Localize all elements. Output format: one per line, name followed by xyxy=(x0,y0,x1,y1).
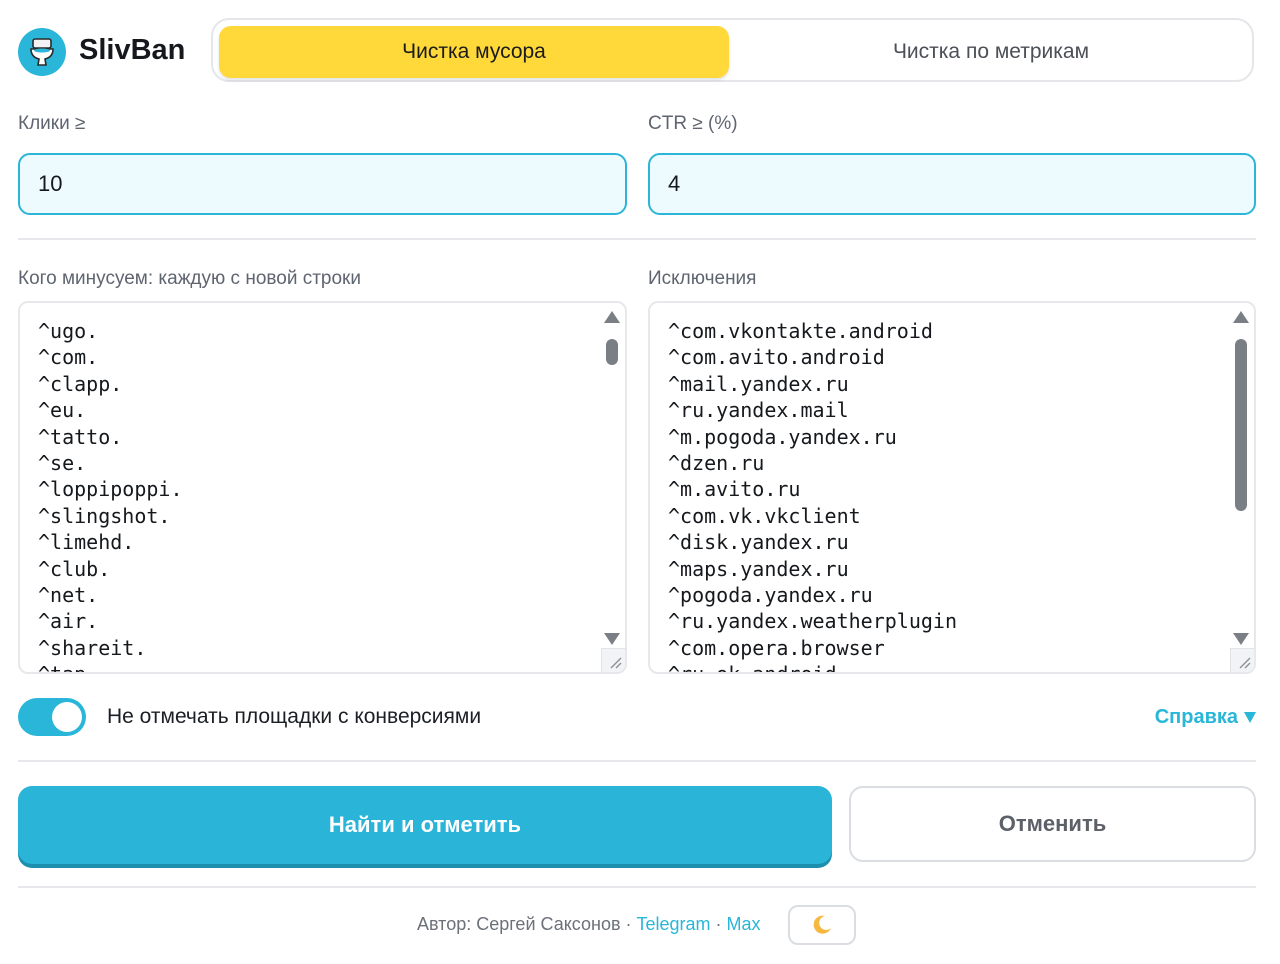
textarea-line: ^com.avito.android xyxy=(668,345,885,370)
textarea-line: ^ru.ok.android xyxy=(668,661,1224,672)
textarea-line: ^m.avito.ru xyxy=(668,477,801,502)
theme-toggle-button[interactable] xyxy=(788,905,856,945)
exceptions-textarea[interactable]: ^com.vkontakte.android ^com.avito.android… xyxy=(648,301,1256,674)
tab-garbage-cleanup[interactable]: Чистка мусора xyxy=(219,26,729,78)
textarea-line: ^club. xyxy=(38,556,111,581)
textarea-line: ^tatto. xyxy=(38,424,123,449)
cancel-button[interactable]: Отменить xyxy=(849,786,1256,862)
divider-bottom xyxy=(18,886,1256,888)
resize-grip-icon[interactable] xyxy=(601,648,625,672)
textarea-line: ^dzen.ru xyxy=(668,451,765,476)
scroll-thumb[interactable] xyxy=(606,339,618,365)
page: SlivBan Чистка мусора Чистка по метрикам… xyxy=(0,0,1280,964)
scroll-down-icon[interactable] xyxy=(604,633,620,645)
divider-middle xyxy=(18,760,1256,762)
conversions-toggle-label: Не отмечать площадки с конверсиями xyxy=(107,705,482,728)
textarea-line: ^maps.yandex.ru xyxy=(668,556,849,581)
exceptions-scrollbar[interactable] xyxy=(1232,309,1250,647)
textarea-line: ^m.pogoda.yandex.ru xyxy=(668,424,897,449)
ctr-input[interactable] xyxy=(648,153,1256,215)
textarea-line: ^eu. xyxy=(38,398,87,423)
footer-separator: · xyxy=(625,914,632,934)
toilet-icon xyxy=(18,28,66,76)
scroll-thumb[interactable] xyxy=(1235,339,1247,511)
textarea-line: ^com. xyxy=(38,345,99,370)
textarea-line: ^net. xyxy=(38,583,99,608)
textarea-line: ^shareit. xyxy=(38,635,147,660)
textarea-line: ^clapp. xyxy=(38,371,123,396)
footer: Автор: Сергей Саксонов · Telegram · Max xyxy=(417,914,761,935)
scroll-down-icon[interactable] xyxy=(1233,633,1249,645)
textarea-line: ^com.vkontakte.android xyxy=(668,319,933,343)
header: SlivBan Чистка мусора Чистка по метрикам xyxy=(18,18,1256,86)
textarea-line: ^pogoda.yandex.ru xyxy=(668,583,873,608)
brand-name: SlivBan xyxy=(79,34,186,66)
textarea-line: ^tap. xyxy=(38,661,595,672)
minus-list-label: Кого минусуем: каждую с новой строки xyxy=(18,268,361,289)
max-link[interactable]: Max xyxy=(727,914,761,935)
textarea-line: ^se. xyxy=(38,451,87,476)
textarea-line: ^com.vk.vkclient xyxy=(668,503,861,528)
scroll-up-icon[interactable] xyxy=(1233,311,1249,323)
minus-list-textarea[interactable]: ^ugo. ^com. ^clapp. ^eu. ^tatto. ^se. ^loppipo… xyxy=(18,301,627,674)
textarea-line: ^ru.yandex.weatherplugin xyxy=(668,609,957,634)
scroll-up-icon[interactable] xyxy=(604,311,620,323)
textarea-line: ^ugo. xyxy=(38,319,99,343)
footer-separator: · xyxy=(715,914,722,934)
textarea-line: ^disk.yandex.ru xyxy=(668,530,849,555)
clicks-label: Клики ≥ xyxy=(18,113,86,134)
clicks-input[interactable] xyxy=(18,153,627,215)
mode-tabs: Чистка мусора Чистка по метрикам xyxy=(211,18,1254,82)
exceptions-content: ^com.vkontakte.android ^com.avito.android… xyxy=(668,318,1224,672)
exceptions-label: Исключения xyxy=(648,268,757,289)
minus-list-scrollbar[interactable] xyxy=(603,309,621,647)
divider-top xyxy=(18,238,1256,240)
minus-list-content: ^ugo. ^com. ^clapp. ^eu. ^tatto. ^se. ^loppipo… xyxy=(38,318,595,672)
chevron-down-icon xyxy=(1244,712,1256,723)
footer-author: Автор: Сергей Саксонов xyxy=(417,914,621,934)
conversions-toggle[interactable] xyxy=(18,698,86,736)
textarea-line: ^com.opera.browser xyxy=(668,635,885,660)
textarea-line: ^air. xyxy=(38,609,99,634)
find-and-mark-button[interactable]: Найти и отметить xyxy=(18,786,832,864)
textarea-line: ^limehd. xyxy=(38,530,135,555)
moon-icon xyxy=(813,915,831,934)
ctr-label: CTR ≥ (%) xyxy=(648,113,738,134)
help-link-label: Справка xyxy=(1154,706,1238,728)
toggle-knob xyxy=(52,702,82,732)
textarea-line: ^mail.yandex.ru xyxy=(668,371,849,396)
tab-metrics-cleanup[interactable]: Чистка по метрикам xyxy=(733,26,1249,78)
resize-grip-icon[interactable] xyxy=(1230,648,1254,672)
textarea-line: ^ru.yandex.mail xyxy=(668,398,849,423)
textarea-line: ^loppipoppi. xyxy=(38,477,183,502)
textarea-line: ^slingshot. xyxy=(38,503,171,528)
telegram-link[interactable]: Telegram xyxy=(637,914,711,935)
help-link[interactable]: Справка xyxy=(1155,706,1256,729)
